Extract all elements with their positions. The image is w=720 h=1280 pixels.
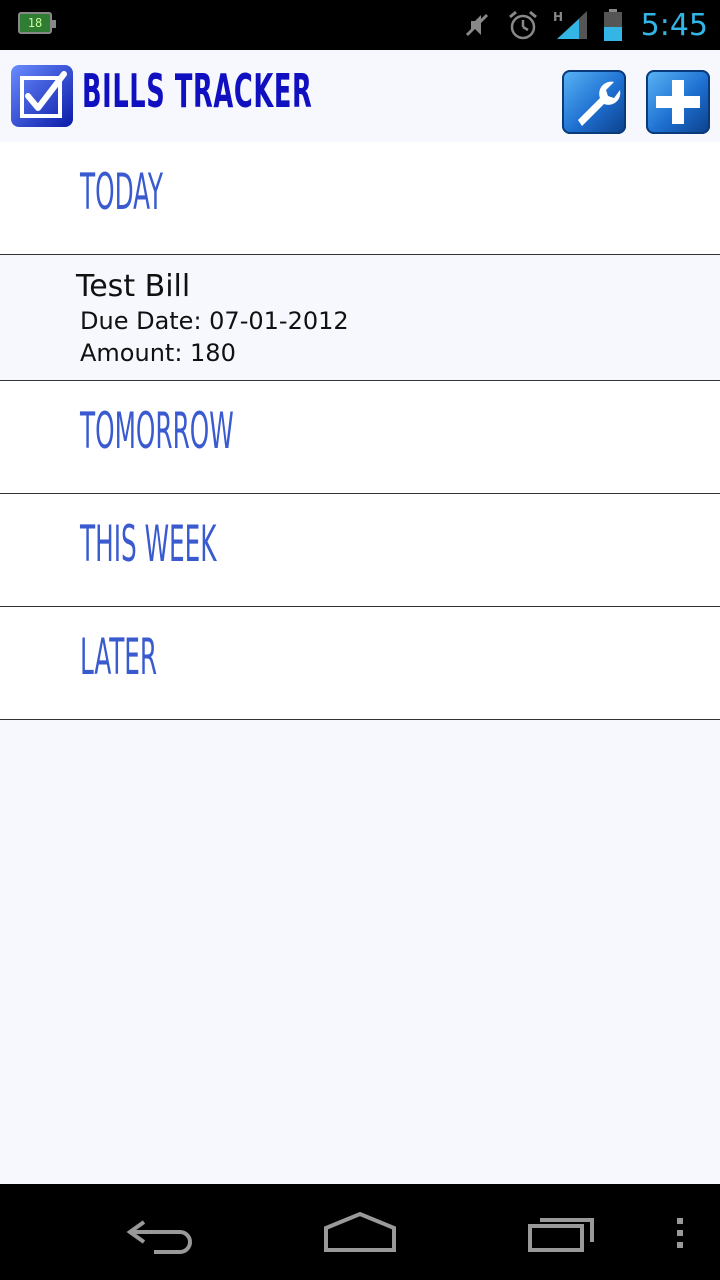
app-checkbox-icon (11, 65, 73, 127)
section-title: TOMORROW (80, 402, 234, 460)
sim-icon: 18 (18, 12, 56, 34)
section-title: TODAY (80, 163, 164, 221)
alarm-icon (508, 10, 537, 40)
signal-type: H (553, 10, 563, 24)
settings-button[interactable] (562, 70, 626, 134)
section-later[interactable]: LATER (0, 607, 720, 720)
plus-icon (656, 80, 700, 124)
section-today[interactable]: TODAY (0, 142, 720, 255)
recent-apps-icon[interactable] (526, 1208, 600, 1256)
bill-name: Test Bill (76, 269, 191, 304)
navigation-bar (0, 1184, 720, 1280)
system-icons: H 5:45 (461, 0, 708, 50)
wrench-icon (578, 81, 621, 126)
section-tomorrow[interactable]: TOMORROW (0, 381, 720, 494)
back-icon[interactable] (124, 1208, 196, 1256)
action-bar: BILLS TRACKER (0, 50, 720, 142)
bill-due-date: Due Date: 07-01-2012 (80, 307, 349, 335)
add-bill-button[interactable] (646, 70, 710, 134)
section-title: THIS WEEK (80, 515, 217, 573)
menu-icon[interactable] (672, 1208, 688, 1256)
bill-item[interactable]: Test Bill Due Date: 07-01-2012 Amount: 1… (0, 255, 720, 381)
section-title: LATER (80, 628, 158, 686)
signal-icon: H (553, 10, 587, 39)
section-this-week[interactable]: THIS WEEK (0, 494, 720, 607)
app-title: BILLS TRACKER (82, 64, 313, 118)
notification-area: 18 (18, 12, 56, 34)
bill-amount: Amount: 180 (80, 339, 236, 367)
home-icon[interactable] (322, 1208, 398, 1256)
clock: 5:45 (640, 7, 708, 43)
sim-label: 18 (27, 16, 43, 30)
mute-icon (465, 13, 488, 37)
battery-icon (603, 9, 622, 41)
status-bar: 18 H 5:45 (0, 0, 720, 50)
bill-list: TODAY Test Bill Due Date: 07-01-2012 Amo… (0, 142, 720, 720)
